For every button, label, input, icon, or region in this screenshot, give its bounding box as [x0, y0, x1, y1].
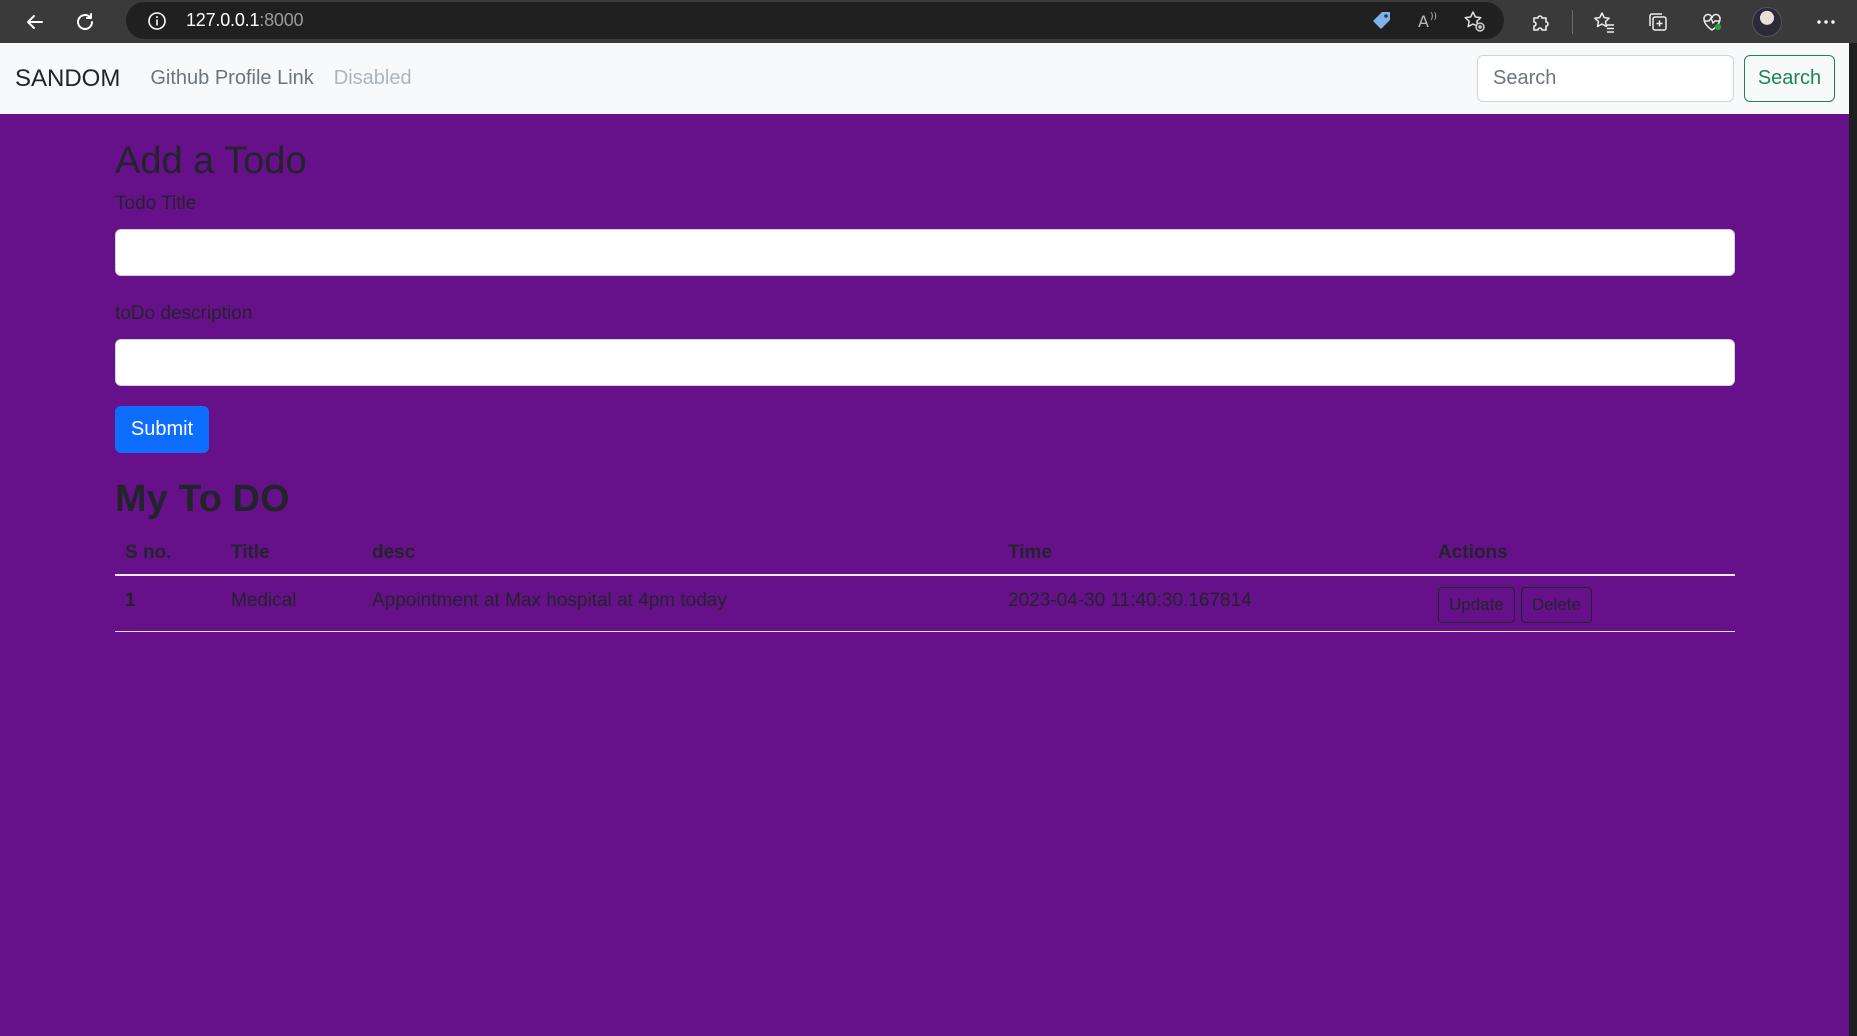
page-viewport: SANDOM Github Profile Link Disabled Sear…: [0, 43, 1849, 1036]
address-bar[interactable]: 127.0.0.1:8000 A)): [126, 2, 1504, 39]
favorites-button[interactable]: [1577, 2, 1631, 42]
health-button[interactable]: [1685, 2, 1739, 42]
extensions-button[interactable]: [1514, 2, 1568, 42]
todo-description-input[interactable]: [115, 338, 1735, 386]
navbar: SANDOM Github Profile Link Disabled Sear…: [0, 43, 1849, 114]
table-header-row: S no. Title desc Time Actions: [115, 542, 1735, 577]
info-icon[interactable]: [146, 10, 168, 32]
tag-icon[interactable]: [1370, 9, 1394, 33]
update-button[interactable]: Update: [1438, 587, 1515, 624]
browser-toolbar: 127.0.0.1:8000 A)): [0, 0, 1857, 43]
search-input[interactable]: [1477, 55, 1734, 102]
more-icon: [1817, 19, 1835, 24]
add-todo-heading: Add a Todo: [115, 140, 307, 182]
collections-button[interactable]: [1631, 2, 1685, 42]
svg-text:A: A: [1418, 12, 1429, 31]
url-text[interactable]: 127.0.0.1:8000: [186, 10, 304, 31]
cell-time: 2023-04-30 11:40:30.167814: [998, 575, 1428, 633]
search-button[interactable]: Search: [1744, 55, 1835, 102]
avatar: [1752, 6, 1782, 37]
todo-table: S no. Title desc Time Actions 1 Medical …: [115, 542, 1735, 633]
navbar-brand[interactable]: SANDOM: [15, 65, 120, 93]
todo-list-heading: My To DO: [115, 477, 290, 520]
arrow-left-icon: [27, 14, 43, 29]
url-port: :8000: [259, 10, 304, 30]
main-container: Add a Todo Todo Title toDo description S…: [115, 114, 1735, 633]
address-bar-actions: A)): [1370, 2, 1486, 39]
favorites-list-icon: [1594, 11, 1614, 33]
todo-title-input[interactable]: [115, 228, 1735, 276]
svg-text:)): )): [1430, 12, 1437, 22]
browser-actions: [1514, 0, 1857, 43]
puzzle-icon: [1533, 14, 1549, 31]
column-header-actions: Actions: [1428, 542, 1735, 577]
toolbar-separator: [1572, 9, 1573, 34]
profile-button[interactable]: [1739, 2, 1795, 42]
heart-pulse-icon: [1703, 13, 1722, 31]
column-header-sno: S no.: [115, 542, 221, 577]
read-aloud-icon[interactable]: A)): [1416, 9, 1440, 33]
menu-button[interactable]: [1795, 2, 1857, 42]
search-form: Search: [1477, 55, 1835, 102]
delete-button[interactable]: Delete: [1520, 587, 1592, 624]
window-scrollbar[interactable]: [1849, 43, 1857, 1036]
todo-description-label: toDo description: [115, 302, 253, 324]
todo-title-label: Todo Title: [115, 192, 197, 214]
column-header-title: Title: [221, 542, 362, 577]
cell-sno: 1: [115, 575, 221, 633]
submit-button[interactable]: Submit: [115, 405, 209, 453]
cell-desc: Appointment at Max hospital at 4pm today: [362, 575, 998, 633]
url-host: 127.0.0.1: [186, 10, 260, 30]
table-row: 1 Medical Appointment at Max hospital at…: [115, 575, 1735, 633]
cell-actions: Update Delete: [1428, 575, 1735, 633]
column-header-desc: desc: [362, 542, 998, 577]
cell-title: Medical: [221, 575, 362, 633]
reload-icon: [77, 12, 93, 30]
column-header-time: Time: [998, 542, 1428, 577]
nav-link-github-profile[interactable]: Github Profile Link: [150, 67, 313, 90]
nav-link-disabled: Disabled: [333, 67, 412, 89]
back-button[interactable]: [15, 2, 55, 42]
add-favorite-icon[interactable]: [1462, 9, 1486, 33]
collections-icon: [1649, 12, 1667, 31]
reload-button[interactable]: [65, 2, 105, 42]
